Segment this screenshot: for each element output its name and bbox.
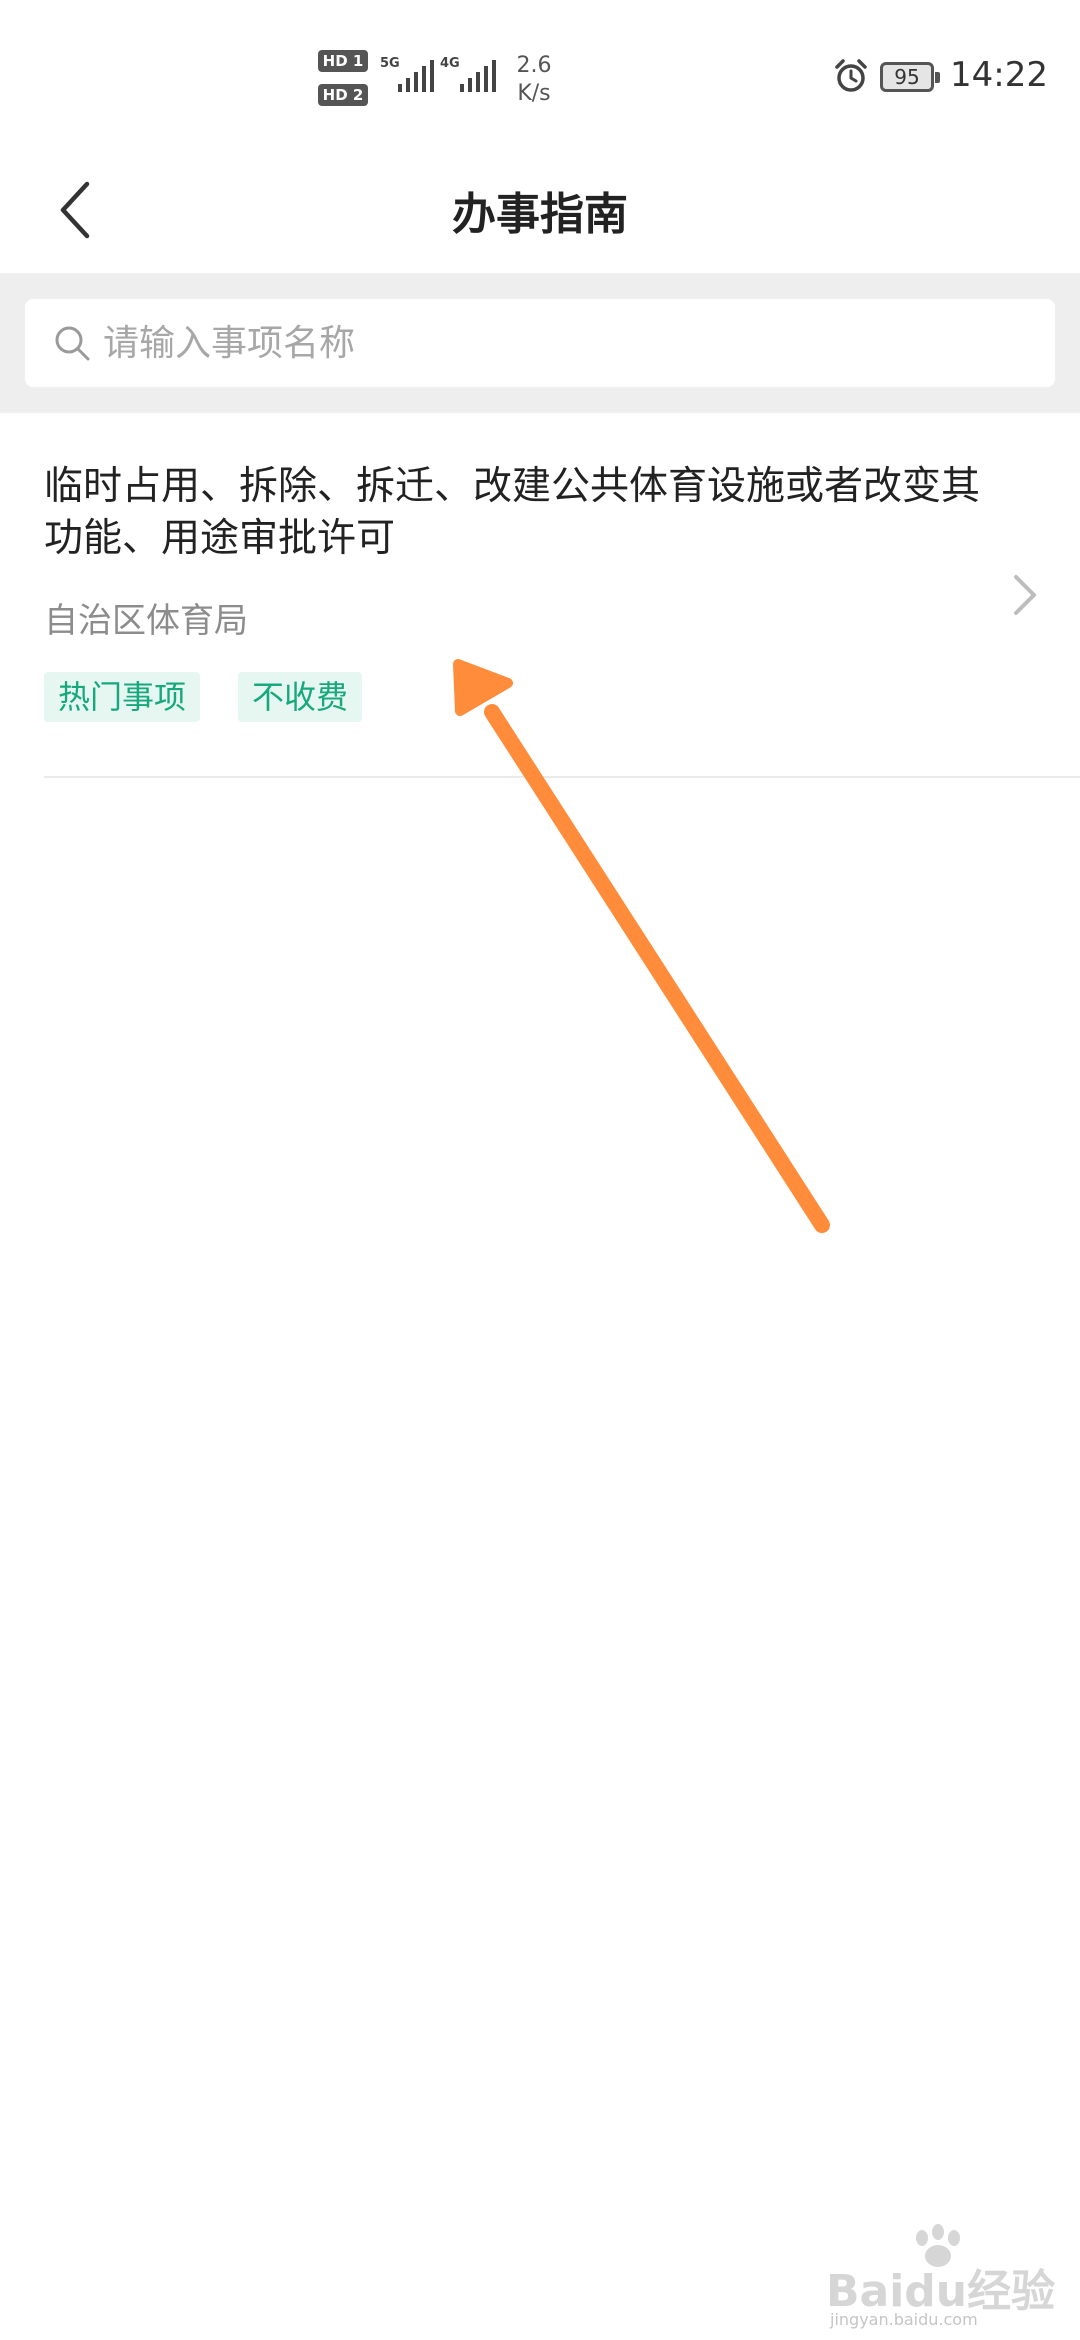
search-section <box>0 273 1080 413</box>
network-speed: 2.6 K/s <box>504 52 564 108</box>
list-item[interactable]: 临时占用、拆除、拆迁、改建公共体育设施或者改变其功能、用途审批许可 自治区体育局… <box>0 413 1080 778</box>
chevron-right-icon <box>1014 575 1036 615</box>
watermark-url: jingyan.baidu.com <box>830 2310 978 2329</box>
hd-2-badge: HD 2 <box>318 84 368 106</box>
divider <box>44 776 1080 778</box>
network-type-2: 4G <box>440 56 460 71</box>
page-title: 办事指南 <box>452 189 628 240</box>
search-box[interactable] <box>25 299 1055 387</box>
clock: 14:22 <box>950 55 1048 95</box>
signal-icon <box>398 60 434 92</box>
item-department: 自治区体育局 <box>44 601 248 641</box>
hd-indicators: HD 1 HD 2 <box>318 50 368 118</box>
item-title: 临时占用、拆除、拆迁、改建公共体育设施或者改变其功能、用途审批许可 <box>44 464 981 561</box>
battery-icon: 95 <box>880 62 940 92</box>
tag-free: 不收费 <box>238 672 363 722</box>
hd-1-badge: HD 1 <box>318 50 368 72</box>
signal-icon <box>460 60 496 92</box>
status-bar: HD 1 HD 2 5G 4G 2.6 K/s 95 14:22 <box>0 0 1080 150</box>
item-tags: 热门事项 不收费 <box>44 672 363 722</box>
nav-bar: 办事指南 <box>0 150 1080 273</box>
tag-hot: 热门事项 <box>44 672 201 722</box>
alarm-icon <box>835 59 867 92</box>
network-speed-unit: K/s <box>517 81 551 106</box>
search-input[interactable] <box>101 321 1005 365</box>
network-type-1: 5G <box>380 56 400 71</box>
network-speed-value: 2.6 <box>516 53 552 78</box>
search-icon <box>55 326 90 361</box>
